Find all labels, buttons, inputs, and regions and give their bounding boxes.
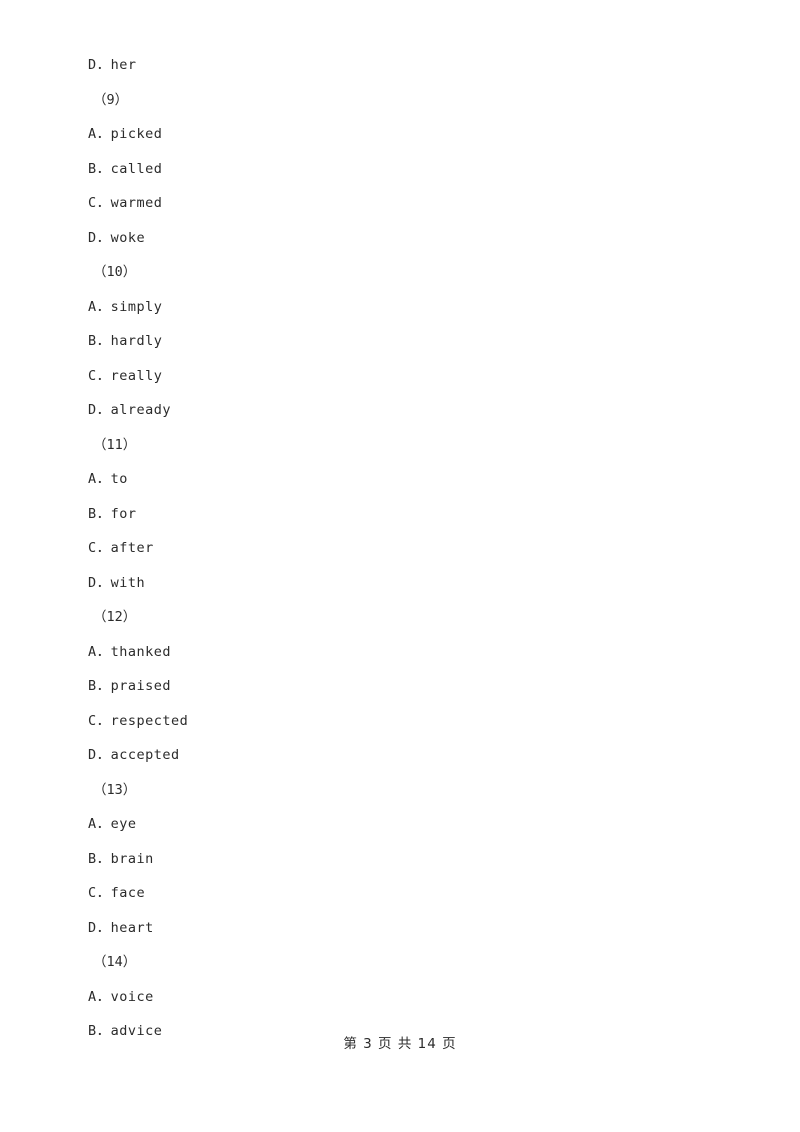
answer-option: D．already xyxy=(88,402,172,418)
answer-option: A．picked xyxy=(88,126,163,142)
answer-option: D．heart xyxy=(88,919,154,936)
answer-option: C．warmed xyxy=(88,195,163,211)
answer-option: C．really xyxy=(88,367,163,384)
question-number: （11） xyxy=(93,436,137,453)
answer-option: A．to xyxy=(88,471,128,487)
answer-option: A．voice xyxy=(88,988,154,1005)
page-footer: 第 3 页 共 14 页 xyxy=(343,1036,457,1052)
question-number: （12） xyxy=(93,609,137,625)
answer-option: D．accepted xyxy=(88,747,180,763)
answer-option: C．respected xyxy=(88,712,189,729)
answer-option: A．thanked xyxy=(88,643,172,660)
answer-option: D．woke xyxy=(88,229,146,246)
question-number: （9） xyxy=(93,91,129,108)
answer-option: B．praised xyxy=(88,678,172,694)
answer-option: B．for xyxy=(88,505,137,522)
question-number: （14） xyxy=(93,954,137,970)
question-number: （13） xyxy=(93,781,137,798)
answer-option: C．after xyxy=(88,540,154,556)
answer-option: D．with xyxy=(88,574,146,591)
answer-option: A．eye xyxy=(88,816,137,832)
question-list: D．her （9） A．picked B．called C．warmed D．woke （1… xyxy=(88,48,708,1049)
answer-option: A．simply xyxy=(88,298,163,315)
question-number: （10） xyxy=(93,264,137,280)
answer-option: C．face xyxy=(88,885,146,901)
answer-option: D．her xyxy=(88,57,137,73)
document-page: D．her （9） A．picked B．called C．warmed D．woke （1… xyxy=(0,0,800,1132)
answer-option: B．called xyxy=(88,160,163,177)
answer-option: B．hardly xyxy=(88,333,163,349)
answer-option: B．brain xyxy=(88,850,154,867)
